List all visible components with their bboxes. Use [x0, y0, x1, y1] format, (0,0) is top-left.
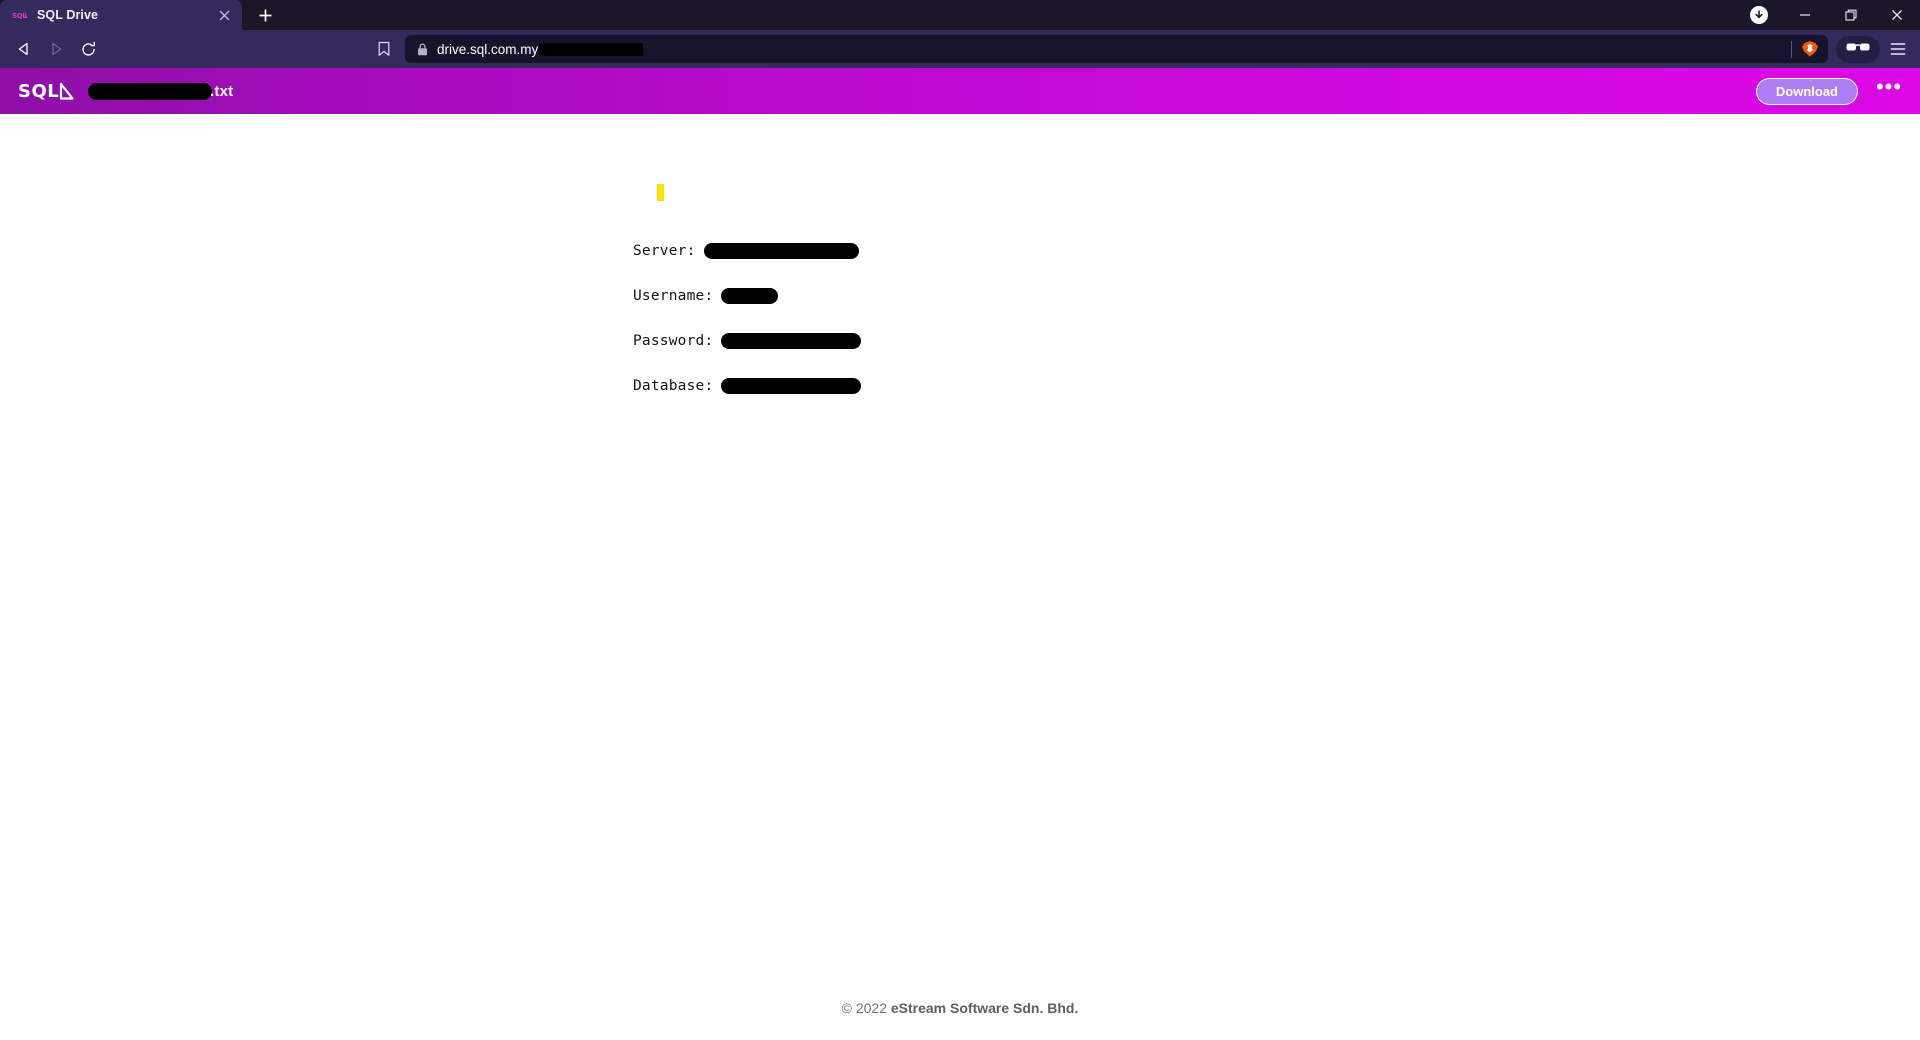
- forward-button[interactable]: [40, 34, 72, 64]
- document-content: Server: Username: Password: Database:: [633, 184, 862, 408]
- download-button[interactable]: Download: [1755, 77, 1858, 105]
- address-bar[interactable]: drive.sql.com.my: [405, 35, 1828, 63]
- field-row-password: Password:: [633, 318, 862, 363]
- field-label-password: Password:: [633, 332, 714, 349]
- footer-company: eStream Software Sdn. Bhd.: [890, 1000, 1079, 1016]
- tab-strip: SQL SQL Drive: [0, 0, 1920, 30]
- footer-copyright: © 2022: [841, 1000, 891, 1016]
- address-bar-value-wrap: drive.sql.com.my: [437, 42, 1783, 57]
- close-icon[interactable]: [214, 5, 234, 25]
- download-icon: [1750, 6, 1768, 24]
- sql-drive-logo[interactable]: SQL: [18, 80, 74, 102]
- back-button[interactable]: [8, 34, 40, 64]
- new-tab-button[interactable]: [248, 1, 282, 29]
- svg-text:SQL: SQL: [12, 12, 27, 20]
- field-label-username: Username:: [633, 287, 714, 304]
- field-label-database: Database:: [633, 377, 714, 394]
- app-header: SQL .txt Download •••: [0, 68, 1920, 114]
- browser-menu-button[interactable]: [1884, 35, 1912, 63]
- svg-text:SQL: SQL: [18, 81, 59, 102]
- maximize-restore-button[interactable]: [1828, 0, 1874, 30]
- navigation-toolbar: drive.sql.com.my: [0, 30, 1920, 68]
- filename-redaction: [88, 82, 212, 100]
- window-controls: [1736, 0, 1920, 30]
- field-value-redaction-username: [721, 287, 779, 304]
- field-label-server: Server:: [633, 242, 696, 259]
- address-bar-divider: [1791, 40, 1792, 58]
- filename-extension: .txt: [210, 82, 234, 100]
- document-viewer: Server: Username: Password: Database: © …: [0, 114, 1920, 1040]
- downloads-indicator-button[interactable]: [1736, 0, 1782, 30]
- browser-tab-sql-drive[interactable]: SQL SQL Drive: [0, 0, 242, 30]
- document-marker-row: [655, 184, 861, 228]
- field-value-redaction-database: [721, 377, 862, 394]
- sql-favicon: SQL: [12, 7, 28, 23]
- browser-window: SQL SQL Drive drive.sql.com.my SQL .txt …: [0, 0, 1920, 1040]
- tab-title: SQL Drive: [37, 8, 99, 22]
- page-viewport: SQL .txt Download ••• Server: Username: …: [0, 68, 1920, 1040]
- lock-icon: [417, 42, 429, 56]
- brave-shields-icon[interactable]: [1800, 39, 1820, 59]
- page-footer: © 2022 eStream Software Sdn. Bhd.: [0, 1000, 1920, 1016]
- glasses-icon: [1846, 40, 1870, 58]
- file-title: .txt: [88, 82, 1742, 100]
- more-options-button[interactable]: •••: [1872, 74, 1906, 108]
- bookmark-icon[interactable]: [369, 34, 399, 64]
- address-bar-redaction: [539, 42, 644, 56]
- field-row-username: Username:: [633, 273, 861, 318]
- field-value-redaction-server: [703, 242, 859, 259]
- window-close-button[interactable]: [1874, 0, 1920, 30]
- field-row-server: Server:: [633, 228, 861, 273]
- private-window-indicator[interactable]: [1836, 35, 1880, 63]
- field-value-redaction-password: [721, 332, 862, 349]
- address-bar-url: drive.sql.com.my: [437, 41, 539, 57]
- minimize-button[interactable]: [1782, 0, 1828, 30]
- field-row-database: Database:: [633, 363, 862, 408]
- yellow-highlight-icon: [657, 184, 664, 201]
- reload-button[interactable]: [72, 34, 104, 64]
